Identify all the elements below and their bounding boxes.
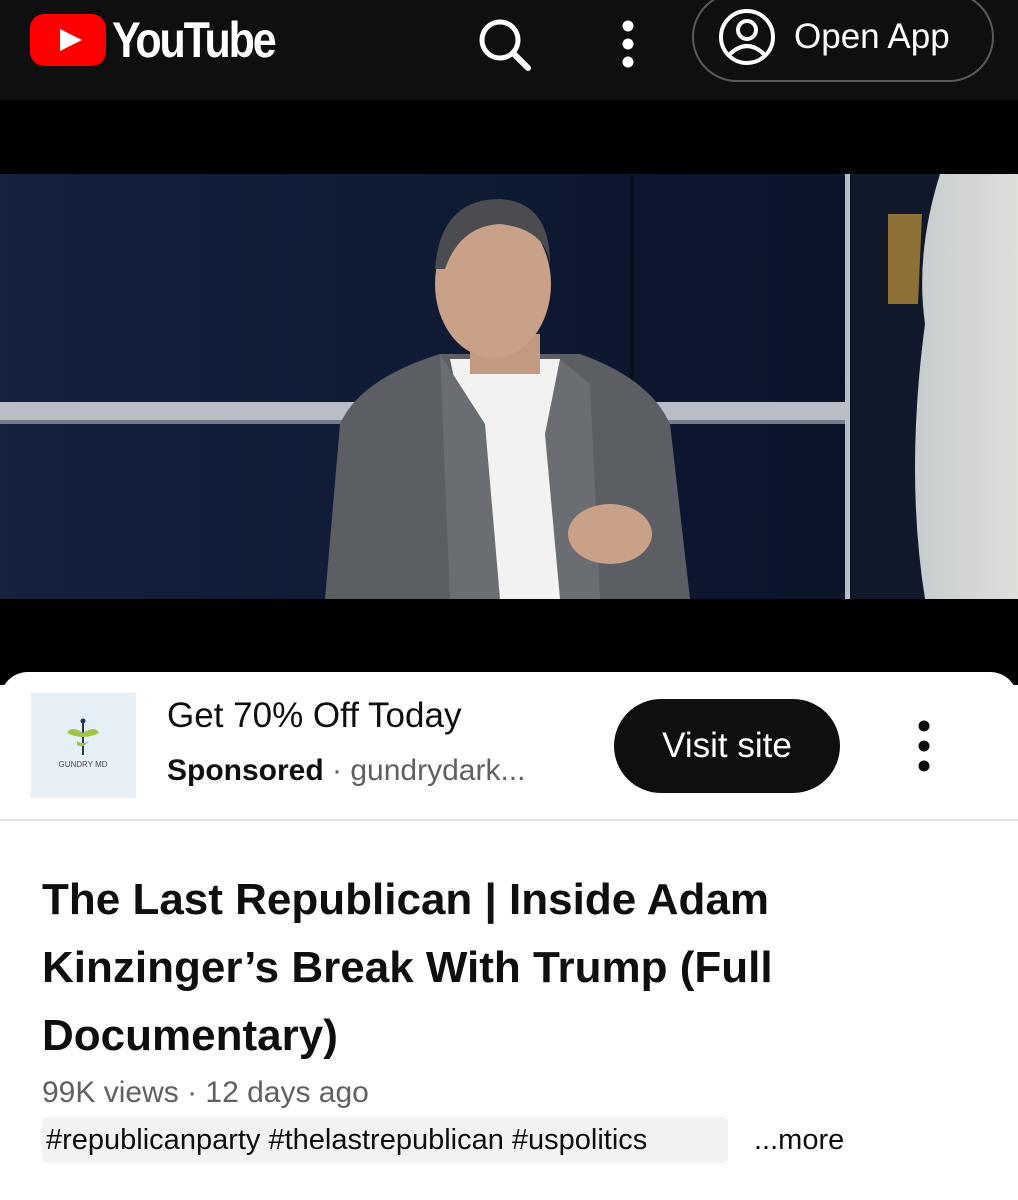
ad-more-options-button[interactable] [900,718,948,774]
open-app-label: Open App [794,17,950,56]
sponsored-label: Sponsored [167,754,324,787]
ad-headline[interactable]: Get 70% Off Today [167,696,461,736]
top-app-bar: YouTube Open App [0,0,1018,100]
ad-domain: gundrydark... [350,754,526,787]
separator-dot: · [332,754,343,787]
more-vert-icon [622,20,634,68]
video-meta: 99K views · 12 days ago [42,1076,369,1109]
visit-site-button[interactable]: Visit site [614,699,840,793]
video-still-image [0,174,1018,599]
open-app-button[interactable]: Open App [692,0,994,82]
video-player[interactable] [0,100,1018,685]
youtube-logo[interactable]: YouTube [30,12,301,68]
advertiser-logo-text: GUNDRY MD [58,760,107,769]
caduceus-logo-icon: GUNDRY MD [58,718,108,769]
youtube-logo-icon [30,14,106,66]
search-button[interactable] [466,6,542,82]
video-frame [0,174,1018,599]
logo-text: YouTube [112,12,277,68]
more-options-button[interactable] [590,6,666,82]
more-vert-icon [918,720,930,772]
advertiser-logo[interactable]: GUNDRY MD [31,693,136,798]
account-icon [719,9,775,65]
divider [0,819,1018,821]
video-title: The Last Republican | Inside Adam Kinzin… [42,875,773,1060]
sponsored-ad-banner[interactable]: GUNDRY MD Get 70% Off Today Sponsored · … [0,672,1018,820]
show-more-button[interactable]: ...more [754,1124,844,1157]
search-icon [479,19,531,71]
hashtag-list[interactable]: #republicanparty #thelastrepublican #usp… [42,1117,728,1163]
ad-sponsor-line: Sponsored · gundrydark... [167,754,525,788]
